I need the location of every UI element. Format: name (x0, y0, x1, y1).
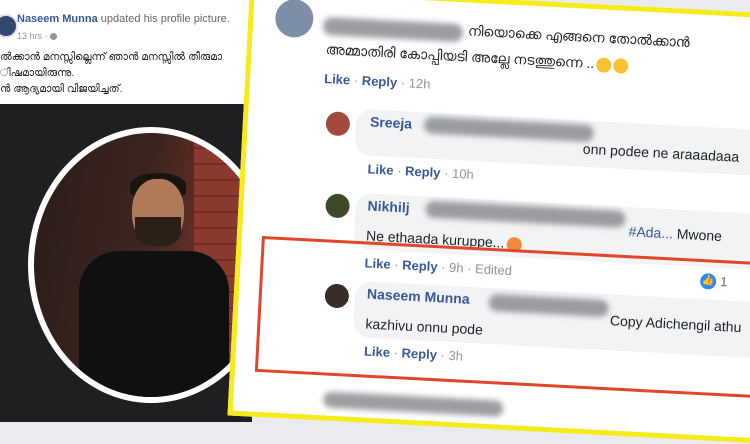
astonished-emoji-icon (612, 57, 629, 74)
separator: · (400, 75, 406, 91)
globe-icon (49, 33, 57, 41)
person-beard-image (135, 217, 181, 247)
comment-actions: Like · Reply · 12h (324, 71, 431, 92)
comment-text: നിയൊക്കെ എങ്ങനെ തോൽക്കാൻ (467, 22, 691, 51)
redacted-name (322, 16, 464, 43)
commenter-avatar[interactable] (325, 111, 351, 137)
commenter-avatar[interactable] (274, 0, 315, 39)
like-link[interactable]: Like (364, 343, 391, 359)
reply-link[interactable]: Reply (361, 73, 397, 90)
caption-line: ിഷമായിരുന്നു. (0, 67, 75, 79)
author-avatar[interactable] (0, 14, 18, 38)
post-author-line: Naseem Munna updated his profile picture… (17, 13, 230, 25)
profile-picture[interactable] (34, 133, 252, 397)
separator: · (440, 347, 446, 363)
caption-line: ൻ ആദ്യമായി വിജയിച്ചത്. (0, 83, 123, 95)
person-shirt-image (79, 251, 229, 397)
comment-text-cont: അമ്മാതിരി കോപ്പിയടി അല്ലേ നടത്തുന്നെ .. (325, 41, 595, 72)
separator: · (443, 165, 449, 181)
comment-time[interactable]: 12h (408, 75, 430, 91)
caption-line: ൽക്കാൻ മനസ്സില്ലെന്ന് ഞാൻ മനസ്സിൽ തീരുമാ (0, 51, 223, 63)
hashtag-link[interactable]: #Ada... (628, 223, 673, 241)
comment-text-after: Mwone (676, 225, 723, 245)
reply-link[interactable]: Reply (405, 163, 441, 180)
separator: · (353, 72, 359, 88)
comments-screenshot: നിയൊക്കെ എങ്ങനെ തോൽക്കാൻ അമ്മാതിരി കോപ്പ… (227, 0, 750, 444)
post-action-text: updated his profile picture. (100, 13, 230, 25)
comment-time[interactable]: 10h (452, 166, 474, 182)
comment-actions: Like · Reply · 10h (367, 161, 474, 182)
commenter-avatar[interactable] (325, 193, 351, 219)
commenter-name-fragment[interactable]: Nikhilj (367, 197, 410, 215)
comment-time[interactable]: 3h (448, 348, 463, 364)
post-timestamp[interactable]: 13 hrs · (17, 31, 57, 41)
post-time-text: 13 hrs · (17, 31, 48, 41)
commenter-name-fragment[interactable]: Sreeja (370, 113, 413, 131)
post-header: Naseem Munna updated his profile picture… (0, 0, 252, 100)
reply-link[interactable]: Reply (401, 345, 437, 362)
separator: · (393, 345, 399, 361)
comment-text-line2: അമ്മാതിരി കോപ്പിയടി അല്ലേ നടത്തുന്നെ .. (325, 41, 629, 74)
profile-post-panel: Naseem Munna updated his profile picture… (0, 0, 252, 422)
like-link[interactable]: Like (367, 161, 394, 177)
post-author-name[interactable]: Naseem Munna (17, 13, 98, 25)
like-link[interactable]: Like (324, 71, 351, 87)
astonished-emoji-icon (595, 57, 612, 73)
redacted-name (323, 391, 504, 417)
separator: · (396, 162, 402, 179)
